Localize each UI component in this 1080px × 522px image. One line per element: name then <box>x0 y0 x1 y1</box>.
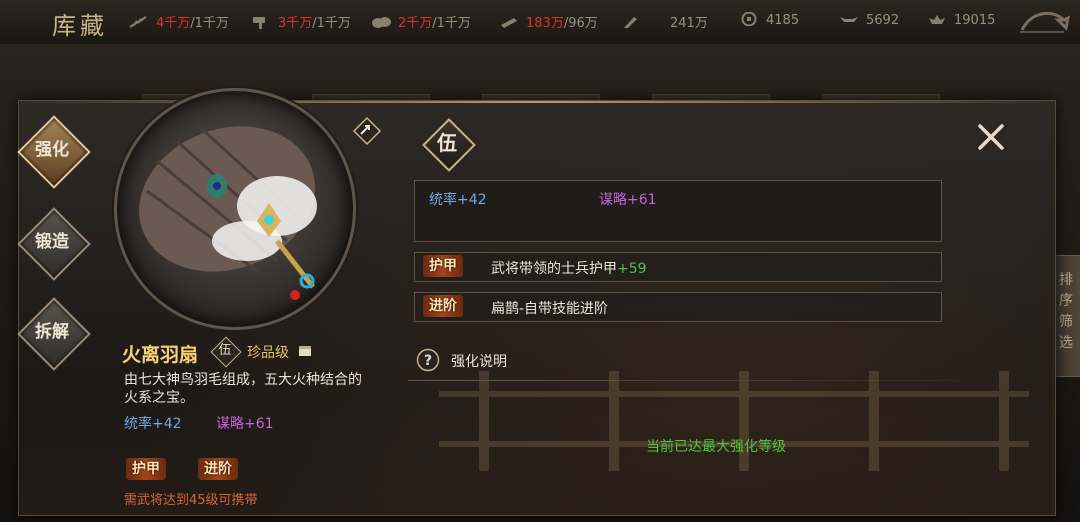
tier-badge: 伍 <box>210 336 242 368</box>
effect-text: 扁鹊-自带技能进阶 <box>491 301 609 317</box>
share-icon[interactable] <box>352 116 382 146</box>
tab-strengthen[interactable]: 强化 <box>17 115 91 189</box>
resource-coin: 4185 <box>738 11 799 28</box>
close-button[interactable] <box>974 120 1008 154</box>
resource-cloud: 2千万/1千万 <box>370 12 471 31</box>
help-button[interactable]: ? <box>416 348 440 372</box>
stat-command: 统率+42 <box>429 192 487 208</box>
resource-treasure: 19015 <box>926 12 995 28</box>
effect-row-armor: 护甲 武将带领的士兵护甲+59 <box>414 252 942 282</box>
tier-badge-large: 伍 <box>420 116 476 172</box>
tab-forge[interactable]: 锻造 <box>17 207 91 281</box>
panel-divider <box>19 101 1055 103</box>
effect-tag: 进阶 <box>423 295 463 317</box>
resource-scroll: 183万/96万 <box>498 12 598 31</box>
tag-armor: 护甲 <box>126 458 166 480</box>
close-icon <box>978 124 1004 150</box>
help-label[interactable]: 强化说明 <box>451 351 507 371</box>
treasure-icon <box>926 12 948 26</box>
effect-row-advance: 进阶 扁鹊-自带技能进阶 <box>414 292 942 322</box>
item-image <box>114 88 356 330</box>
resource-blade: 241万 <box>620 12 708 31</box>
tag-advance: 进阶 <box>198 458 238 480</box>
effect-text: 武将带领的士兵护甲+59 <box>491 261 647 277</box>
fence-decoration <box>439 371 1029 471</box>
resource-bar: 库藏 4千万/1千万 3千万/1千万 2千万/1千万 183万/96万 241万… <box>0 0 1080 45</box>
ingot-icon <box>838 12 860 26</box>
stat-summary-box: 统率+42 谋略+61 <box>414 180 942 242</box>
item-grade: 珍品级 <box>247 345 289 361</box>
blade-icon <box>620 15 642 29</box>
max-level-notice: 当前已达最大强化等级 <box>646 439 786 455</box>
coin-icon <box>738 11 760 27</box>
feather-icon <box>128 15 150 29</box>
item-name: 火离羽扇 <box>122 344 199 366</box>
hammer-icon <box>250 15 272 29</box>
question-icon: ? <box>416 348 440 372</box>
page-title: 库藏 <box>52 12 108 40</box>
divider <box>408 380 1018 381</box>
item-stat-strategy: 谋略+61 <box>216 416 274 432</box>
chest-icon <box>299 346 311 356</box>
item-stat-command: 统率+42 <box>124 416 182 432</box>
resource-hammer: 3千万/1千万 <box>250 12 351 31</box>
effect-tag: 护甲 <box>423 255 463 277</box>
back-button[interactable] <box>1014 6 1071 36</box>
level-requirement: 需武将达到45级可携带 <box>124 493 258 508</box>
resource-feather: 4千万/1千万 <box>128 12 229 31</box>
scroll-icon <box>498 15 520 29</box>
svg-text:?: ? <box>424 353 432 369</box>
stat-strategy: 谋略+61 <box>599 192 657 208</box>
resource-ingot: 5692 <box>838 12 899 28</box>
feather-fan-icon <box>139 126 317 300</box>
tab-dismantle[interactable]: 拆解 <box>17 297 91 371</box>
item-description: 由七大神鸟羽毛组成，五大火种结合的火系之宝。 <box>124 372 362 406</box>
cloud-icon <box>370 15 392 29</box>
